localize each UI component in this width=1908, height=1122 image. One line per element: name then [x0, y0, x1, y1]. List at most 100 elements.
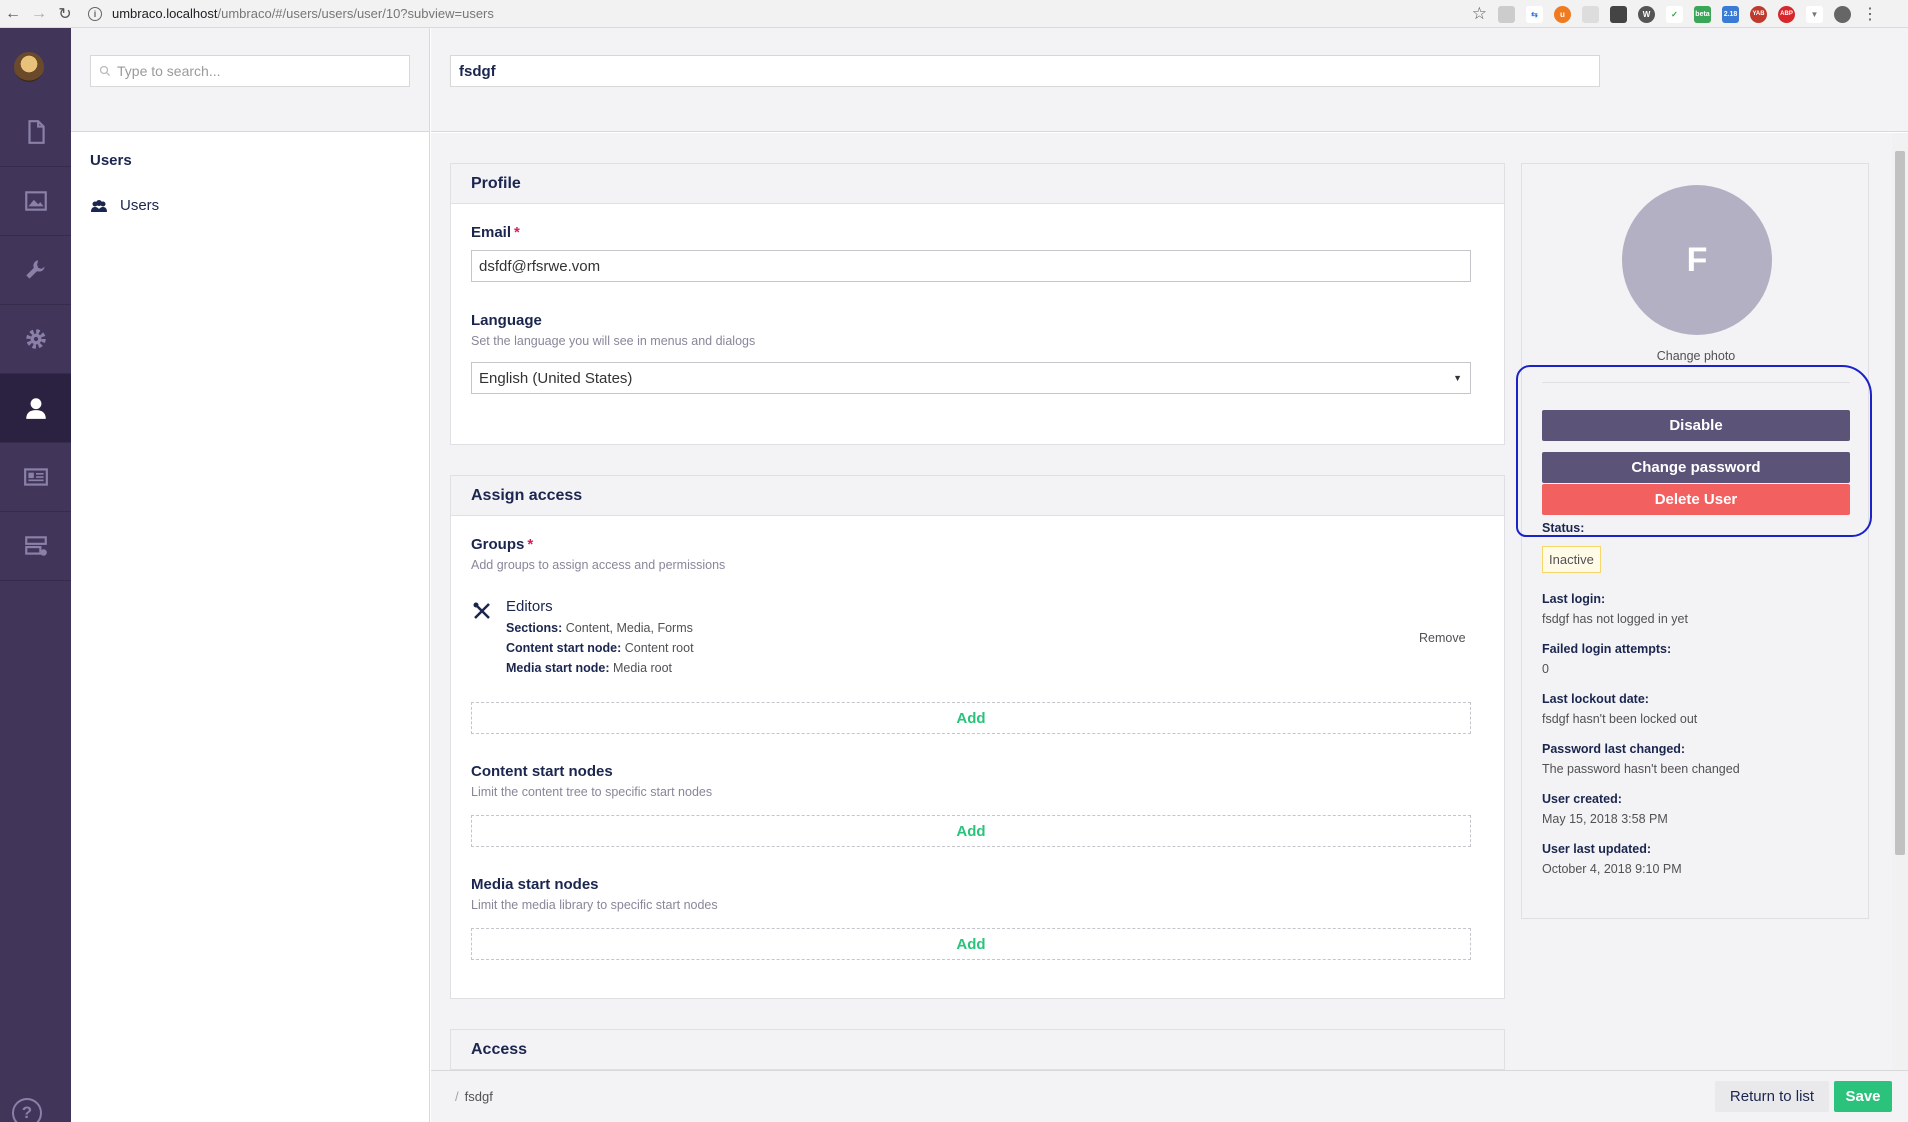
users-group-icon	[91, 199, 107, 212]
failed-login-label: Failed login attempts:	[1542, 642, 1672, 656]
password-changed-value: The password hasn't been changed	[1542, 762, 1740, 776]
arrows-extension-icon[interactable]: ⇆	[1526, 5, 1543, 23]
assign-access-panel: Assign access Groups * Add groups to assi…	[450, 475, 1505, 999]
groups-description: Add groups to assign access and permissi…	[471, 558, 726, 572]
lockout-value: fsdgf hasn't been locked out	[1542, 712, 1698, 726]
media-start-nodes-description: Limit the media library to specific star…	[471, 898, 718, 912]
section-members[interactable]	[0, 443, 71, 512]
tree-item-label: Users	[120, 197, 160, 214]
user-info-panel: F Change photo Disable Change password D…	[1521, 163, 1869, 919]
bookmark-star-icon[interactable]: ☆	[1472, 4, 1487, 24]
pdf-extension-icon[interactable]	[1498, 5, 1515, 23]
url-host: umbraco.localhost	[112, 6, 218, 21]
access-panel: Access	[450, 1029, 1505, 1070]
extension-icons: ☆ ⇆ u W ✓ beta 2.18 YAB ABP ▼ ⋮	[1472, 4, 1878, 24]
back-icon[interactable]: ←	[0, 0, 26, 28]
email-input[interactable]	[479, 257, 1470, 275]
change-password-button[interactable]: Change password	[1542, 452, 1850, 483]
add-group-button[interactable]: Add	[471, 702, 1471, 734]
group-content-start: Content start node: Content root	[506, 641, 694, 655]
email-field[interactable]	[471, 250, 1471, 282]
forward-icon[interactable]: →	[26, 0, 52, 28]
remove-group-link[interactable]: Remove	[1419, 631, 1466, 645]
chevron-down-icon: ▼	[1453, 373, 1462, 383]
address-bar[interactable]: i umbraco.localhost/umbraco/#/users/user…	[88, 6, 494, 21]
user-created-value: May 15, 2018 3:58 PM	[1542, 812, 1668, 826]
vue-extension-icon[interactable]: ▼	[1806, 5, 1823, 23]
section-settings[interactable]	[0, 236, 71, 305]
search-box[interactable]	[90, 55, 410, 87]
user-icon	[25, 398, 46, 419]
disable-button[interactable]: Disable	[1542, 410, 1850, 441]
search-input[interactable]	[117, 63, 397, 79]
group-name-editors: Editors	[506, 598, 553, 615]
editor-header	[431, 28, 1908, 132]
divider	[1542, 382, 1850, 383]
scrollbar[interactable]	[1892, 133, 1908, 1070]
notes-extension-icon[interactable]	[1582, 5, 1599, 23]
status-label: Status:	[1542, 521, 1585, 535]
assign-access-title: Assign access	[451, 476, 1504, 516]
forms-icon	[24, 536, 47, 556]
save-button[interactable]: Save	[1834, 1081, 1892, 1112]
add-media-start-node-button[interactable]: Add	[471, 928, 1471, 960]
lockout-label: Last lockout date:	[1542, 692, 1649, 706]
language-selected-value: English (United States)	[479, 369, 633, 387]
editor-content: Profile Email* Language Set the language…	[431, 133, 1908, 1070]
info-icon[interactable]: i	[88, 6, 102, 21]
content-start-nodes-label: Content start nodes	[471, 763, 613, 780]
yab-extension-icon[interactable]: YAB	[1750, 5, 1767, 23]
scrollbar-thumb[interactable]	[1895, 151, 1905, 855]
section-forms[interactable]	[0, 512, 71, 581]
id-card-icon	[23, 468, 48, 486]
version-extension-icon[interactable]: 2.18	[1722, 5, 1739, 23]
user-avatar[interactable]: F	[1622, 185, 1772, 335]
url-path: /umbraco/#/users/users/user/10?subview=u…	[217, 6, 494, 21]
return-to-list-button[interactable]: Return to list	[1715, 1081, 1829, 1112]
app-sidebar: ?	[0, 28, 71, 1122]
password-changed-label: Password last changed:	[1542, 742, 1686, 756]
user-updated-label: User last updated:	[1542, 842, 1652, 856]
delete-user-button[interactable]: Delete User	[1542, 484, 1850, 515]
help-icon[interactable]: ?	[12, 1098, 42, 1122]
language-select[interactable]: English (United States) ▼	[471, 362, 1471, 394]
user-updated-value: October 4, 2018 9:10 PM	[1542, 862, 1682, 876]
browser-menu-icon[interactable]: ⋮	[1862, 4, 1878, 24]
reload-icon[interactable]: ↻	[52, 0, 78, 28]
last-login-value: fsdgf has not logged in yet	[1542, 612, 1688, 626]
browser-toolbar: ← → ↻ i umbraco.localhost/umbraco/#/user…	[0, 0, 1908, 28]
document-icon	[27, 120, 45, 144]
search-icon	[99, 65, 111, 77]
editor-footer: / fsdgf Return to list Save	[431, 1070, 1908, 1122]
section-content[interactable]	[0, 98, 71, 167]
language-label: Language	[471, 312, 542, 329]
beta-extension-icon[interactable]: beta	[1694, 5, 1711, 23]
breadcrumb-item[interactable]: fsdgf	[465, 1089, 493, 1104]
tree-item-users[interactable]: Users	[90, 197, 159, 214]
check-extension-icon[interactable]: ✓	[1666, 5, 1683, 23]
ublock-extension-icon[interactable]: u	[1554, 5, 1571, 23]
profile-avatar-icon[interactable]	[1834, 5, 1851, 23]
media-start-nodes-label: Media start nodes	[471, 876, 599, 893]
user-created-label: User created:	[1542, 792, 1622, 806]
editors-group-icon	[473, 602, 490, 619]
change-photo-link[interactable]: Change photo	[1522, 349, 1870, 363]
breadcrumb-separator: /	[455, 1089, 459, 1104]
group-sections: Sections: Content, Media, Forms	[506, 621, 693, 635]
image-icon	[24, 191, 47, 211]
access-title: Access	[451, 1030, 1504, 1070]
profile-panel: Profile Email* Language Set the language…	[450, 163, 1505, 445]
section-media[interactable]	[0, 167, 71, 236]
add-content-start-node-button[interactable]: Add	[471, 815, 1471, 847]
current-user-avatar[interactable]	[14, 52, 44, 82]
adblock-extension-icon[interactable]: ABP	[1778, 5, 1795, 23]
section-developer[interactable]	[0, 305, 71, 374]
breadcrumb: / fsdgf	[455, 1089, 493, 1104]
last-login-label: Last login:	[1542, 592, 1606, 606]
group-media-start: Media start node: Media root	[506, 661, 673, 675]
language-description: Set the language you will see in menus a…	[471, 334, 756, 348]
section-users[interactable]	[0, 374, 71, 443]
wordpress-extension-icon[interactable]: W	[1638, 5, 1655, 23]
pocket-extension-icon[interactable]	[1610, 5, 1627, 23]
user-name-input[interactable]	[450, 55, 1600, 87]
